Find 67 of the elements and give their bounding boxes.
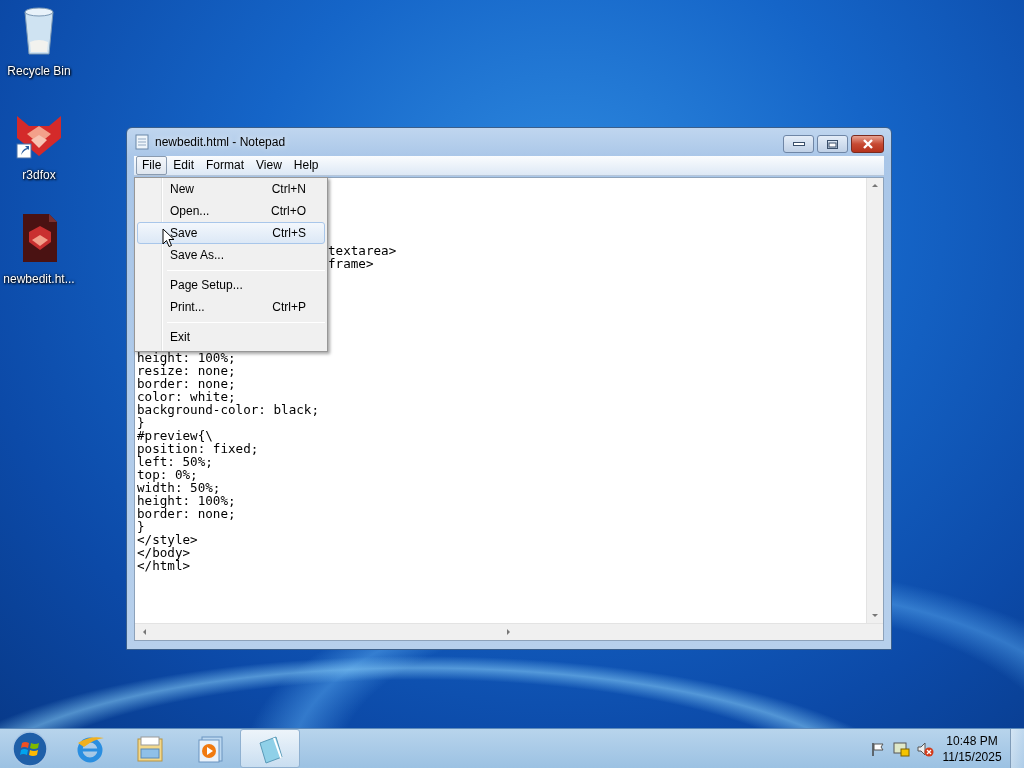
close-button[interactable] <box>851 135 884 153</box>
flag-icon <box>870 740 886 757</box>
code-line: height: 100%; <box>137 351 237 364</box>
shortcut-label: Ctrl+P <box>272 299 306 316</box>
taskbar-button[interactable] <box>240 729 300 768</box>
desktop-shortcut[interactable]: Recycle Bin <box>0 4 78 108</box>
code-line: } <box>137 416 145 429</box>
menu-item-label: Page Setup... <box>170 277 243 294</box>
window-title: newbedit.html - Notepad <box>155 134 286 151</box>
notepad-icon <box>134 134 150 150</box>
windows-logo-icon <box>11 729 49 768</box>
code-line: top: 0%; <box>137 468 198 481</box>
muted-speaker-icon[interactable] <box>916 740 934 757</box>
clock-time: 10:48 PM <box>945 732 999 749</box>
show-desktop-button[interactable] <box>1010 729 1024 768</box>
menu-item-label: Exit <box>170 329 190 346</box>
icon-label: newbedit.ht... <box>3 271 75 288</box>
menu-item[interactable]: Open... Ctrl+O <box>137 200 325 222</box>
menu-item[interactable]: Save Ctrl+S <box>137 222 325 244</box>
menu-item[interactable]: File <box>136 156 168 175</box>
minimize-button[interactable] <box>783 135 814 153</box>
menu-item[interactable]: Exit <box>137 326 325 348</box>
menu-item-label: Open... <box>170 203 210 220</box>
desktop-shortcut[interactable]: r3dfox <box>0 108 78 212</box>
icon-label: r3dfox <box>22 167 56 184</box>
vertical-scrollbar[interactable] <box>866 178 883 623</box>
horizontal-scrollbar[interactable] <box>135 623 883 640</box>
menu-item-label: New <box>170 181 194 198</box>
code-line: frame> <box>328 257 374 270</box>
code-line: </style> <box>137 533 199 546</box>
code-line: color: white; <box>137 390 237 403</box>
menu-item[interactable]: Save As... <box>137 244 325 266</box>
clock-date: 11/15/2025 <box>941 748 1003 765</box>
close-icon <box>861 139 874 149</box>
code-line: height: 100%; <box>137 494 237 507</box>
code-line: #preview{\ <box>137 429 214 442</box>
menu-item[interactable]: Print... Ctrl+P <box>137 296 325 318</box>
menu-item[interactable]: Edit <box>167 156 201 175</box>
menu-item-label: Print... <box>170 299 205 316</box>
code-line: </html> <box>137 559 192 572</box>
code-line: resize: none; <box>137 364 237 377</box>
menu-item-label: Save As... <box>170 247 225 264</box>
code-line: border: none; <box>137 507 237 520</box>
code-line: } <box>137 520 146 533</box>
menu-item-label: Save <box>170 225 198 242</box>
code-line: border: none; <box>137 377 237 390</box>
shortcut-label: Ctrl+N <box>271 181 306 198</box>
menu-item[interactable]: Help <box>287 156 325 175</box>
menu-item[interactable]: Format <box>200 156 251 175</box>
code-line: </body> <box>137 546 191 559</box>
maximize-icon <box>827 139 838 149</box>
code-line: background-color: black; <box>137 403 320 416</box>
code-line: width: 50%; <box>137 481 222 494</box>
icon-label: Recycle Bin <box>7 63 71 80</box>
menu-item[interactable]: View <box>250 156 288 175</box>
network-icon <box>892 740 910 757</box>
code-line: position: fixed; <box>137 442 260 455</box>
shortcut-label: Ctrl+O <box>271 203 306 220</box>
desktop-shortcut[interactable]: newbedit.ht... <box>0 212 78 316</box>
maximize-button[interactable] <box>817 135 848 153</box>
menu-item[interactable]: Page Setup... <box>137 274 325 296</box>
clock[interactable]: 10:48 PM 11/15/2025 <box>940 732 1004 765</box>
menu-item[interactable]: New Ctrl+N <box>137 178 325 200</box>
shortcut-label: Ctrl+S <box>272 225 306 242</box>
code-line: left: 50%; <box>137 455 214 468</box>
minimize-icon <box>792 141 805 147</box>
code-line: textarea> <box>328 244 397 257</box>
